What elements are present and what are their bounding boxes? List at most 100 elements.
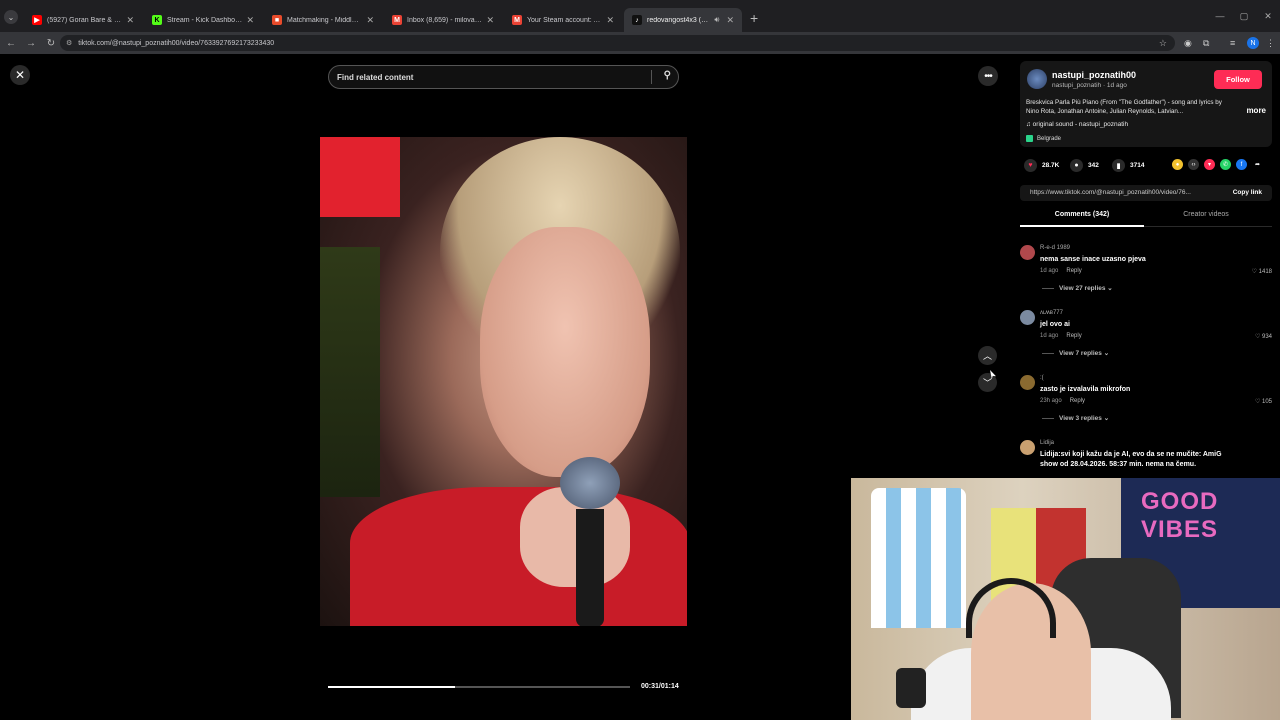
author-subtitle: nastupi_poznatih · 1d ago [1052, 82, 1127, 89]
comment-like[interactable]: ♡ 934 [1255, 333, 1272, 340]
browser-menu-icon[interactable]: ⋮ [1266, 32, 1275, 54]
save-count: 3714 [1130, 162, 1145, 169]
facebook-icon[interactable]: f [1236, 159, 1247, 170]
tab-title: Matchmaking - Middle East Se... [287, 16, 363, 24]
view-replies-button[interactable]: View 3 replies ⌄ [1042, 414, 1109, 422]
bookmark-icon: ▮ [1112, 159, 1125, 172]
close-tab-icon[interactable]: ✕ [366, 15, 374, 26]
video-subject-face [480, 227, 650, 477]
comment-like[interactable]: ♡ 1418 [1252, 268, 1272, 275]
close-window-icon[interactable]: ✕ [1256, 0, 1280, 32]
view-replies-label: View 7 replies [1059, 350, 1102, 357]
commenter-avatar[interactable] [1020, 310, 1035, 325]
comment-text: nema sanse inace uzasno pjeva [1040, 256, 1146, 263]
search-input[interactable]: Find related content ⚲ [328, 65, 679, 89]
comment-text: Lidija:svi koji kažu da je AI, evo da se… [1040, 451, 1222, 468]
copy-link-button[interactable]: Copy link [1233, 189, 1262, 196]
close-tab-icon[interactable]: ✕ [726, 15, 734, 26]
neon-sign-text: GOOD VIBES [1141, 488, 1219, 543]
search-divider [651, 70, 652, 84]
embed-icon[interactable]: ‹› [1188, 159, 1199, 170]
previous-video-button[interactable]: ︿ [978, 346, 997, 365]
tab-title: Inbox (8,659) - milovanovicmen... [407, 16, 483, 24]
commenter-avatar[interactable] [1020, 440, 1035, 455]
search-icon[interactable]: ⚲ [664, 70, 671, 81]
heart-icon: ♥ [1024, 159, 1037, 172]
commenter-name[interactable]: ʌʟʍʙ777 [1040, 310, 1063, 316]
tab-creator-videos[interactable]: Creator videos [1144, 211, 1268, 218]
save-button[interactable]: ▮ 3714 [1112, 159, 1144, 172]
comment-item: :( zasto je izvalavila mikrofon 23h ago R… [1020, 367, 1272, 432]
commenter-name[interactable]: Lidija [1040, 440, 1054, 446]
more-options-button[interactable]: ••• [978, 66, 998, 86]
comment-button[interactable]: ● 342 [1070, 159, 1099, 172]
commenter-avatar[interactable] [1020, 375, 1035, 390]
tab-comments[interactable]: Comments (342) [1020, 211, 1144, 218]
faceit-icon: ■ [272, 15, 282, 25]
reply-button[interactable]: Reply [1066, 268, 1081, 274]
commenter-name[interactable]: :( [1040, 375, 1044, 381]
like-button[interactable]: ♥ 28.7K [1024, 159, 1059, 172]
close-tab-icon[interactable]: ✕ [486, 15, 494, 26]
view-replies-button[interactable]: View 7 replies ⌄ [1042, 349, 1109, 357]
url-input[interactable]: ⚙ tiktok.com/@nastupi_poznatih00/video/7… [60, 35, 1175, 51]
browser-tab-4[interactable]: M Your Steam account: Access fro... ✕ [504, 8, 622, 32]
comment-like[interactable]: ♡ 105 [1255, 398, 1272, 405]
comment-meta: 23h ago Reply [1040, 398, 1085, 404]
maximize-icon[interactable]: ▢ [1232, 0, 1256, 32]
coin-share-icon[interactable]: ● [1172, 159, 1183, 170]
extensions-puzzle-icon[interactable]: ⧉ [1203, 32, 1209, 54]
reload-icon[interactable]: ↻ [42, 38, 60, 49]
author-name[interactable]: nastupi_poznatih00 [1052, 70, 1136, 80]
comment-list: R-e-d 1989 nema sanse inace uzasno pjeva… [1020, 237, 1272, 487]
bookmark-star-icon[interactable]: ☆ [1159, 38, 1167, 49]
like-count: 28.7K [1042, 162, 1060, 169]
commenter-avatar[interactable] [1020, 245, 1035, 260]
description-more-link[interactable]: more [1246, 106, 1266, 115]
active-tab-underline [1020, 225, 1144, 227]
speaker-icon[interactable]: 🔊︎ [714, 15, 719, 25]
video-timecode: 00:31/01:14 [641, 683, 679, 690]
sound-link[interactable]: ♫ original sound - nastupi_poznatih [1026, 121, 1128, 128]
send-icon[interactable]: ▾ [1204, 159, 1215, 170]
view-replies-button[interactable]: View 27 replies ⌄ [1042, 284, 1113, 292]
commenter-name[interactable]: R-e-d 1989 [1040, 245, 1070, 251]
reply-button[interactable]: Reply [1070, 398, 1085, 404]
description-card: nastupi_poznatih00 nastupi_poznatih · 1d… [1020, 61, 1272, 147]
whatsapp-icon[interactable]: ✆ [1220, 159, 1231, 170]
forward-icon[interactable]: → [22, 38, 40, 49]
browser-tab-bar: ⌄ ▶ (5927) Goran Bare & Majke - To... ✕ … [0, 0, 1280, 32]
close-video-button[interactable]: ✕ [10, 65, 30, 85]
view-replies-label: View 3 replies [1059, 415, 1102, 422]
browser-tab-2[interactable]: ■ Matchmaking - Middle East Se... ✕ [264, 8, 382, 32]
comment-item: ʌʟʍʙ777 jel ovo ai 1d ago Reply ♡ 934 Vie… [1020, 302, 1272, 367]
site-info-icon[interactable]: ⚙ [66, 39, 72, 47]
video-player[interactable] [320, 137, 687, 626]
browser-tab-1[interactable]: K Stream - Kick Dashboard ✕ [144, 8, 262, 32]
comment-count: 342 [1088, 162, 1099, 169]
close-tab-icon[interactable]: ✕ [126, 15, 134, 26]
minimize-icon[interactable]: — [1208, 0, 1232, 32]
browser-tab-0[interactable]: ▶ (5927) Goran Bare & Majke - To... ✕ [24, 8, 142, 32]
profile-avatar[interactable]: N [1247, 32, 1259, 54]
browser-tab-5-active[interactable]: ♪ redovangost4x3 (@redova... 🔊︎ ✕ [624, 8, 742, 32]
close-tab-icon[interactable]: ✕ [246, 15, 254, 26]
tab-search-icon[interactable]: ⌄ [4, 10, 18, 24]
address-bar: ← → ↻ ⚙ tiktok.com/@nastupi_poznatih00/v… [0, 32, 1280, 54]
close-tab-icon[interactable]: ✕ [606, 15, 614, 26]
author-avatar[interactable] [1027, 69, 1047, 89]
new-tab-icon[interactable]: + [750, 10, 758, 26]
share-link-url[interactable]: https://www.tiktok.com/@nastupi_poznatih… [1030, 189, 1218, 196]
share-arrow-icon[interactable]: ➦ [1252, 159, 1263, 170]
reply-button[interactable]: Reply [1066, 333, 1081, 339]
url-text: tiktok.com/@nastupi_poznatih00/video/763… [78, 39, 275, 47]
extension-icon[interactable]: ◉ [1184, 32, 1192, 54]
kick-icon: K [152, 15, 162, 25]
video-progress-bar[interactable] [328, 686, 630, 688]
media-controls-icon[interactable]: ≡ [1230, 32, 1235, 54]
back-icon[interactable]: ← [2, 38, 20, 49]
comment-text: zasto je izvalavila mikrofon [1040, 386, 1131, 393]
location-tag[interactable]: Belgrade [1026, 135, 1061, 142]
browser-tab-3[interactable]: M Inbox (8,659) - milovanovicmen... ✕ [384, 8, 502, 32]
follow-button[interactable]: Follow [1214, 70, 1262, 89]
